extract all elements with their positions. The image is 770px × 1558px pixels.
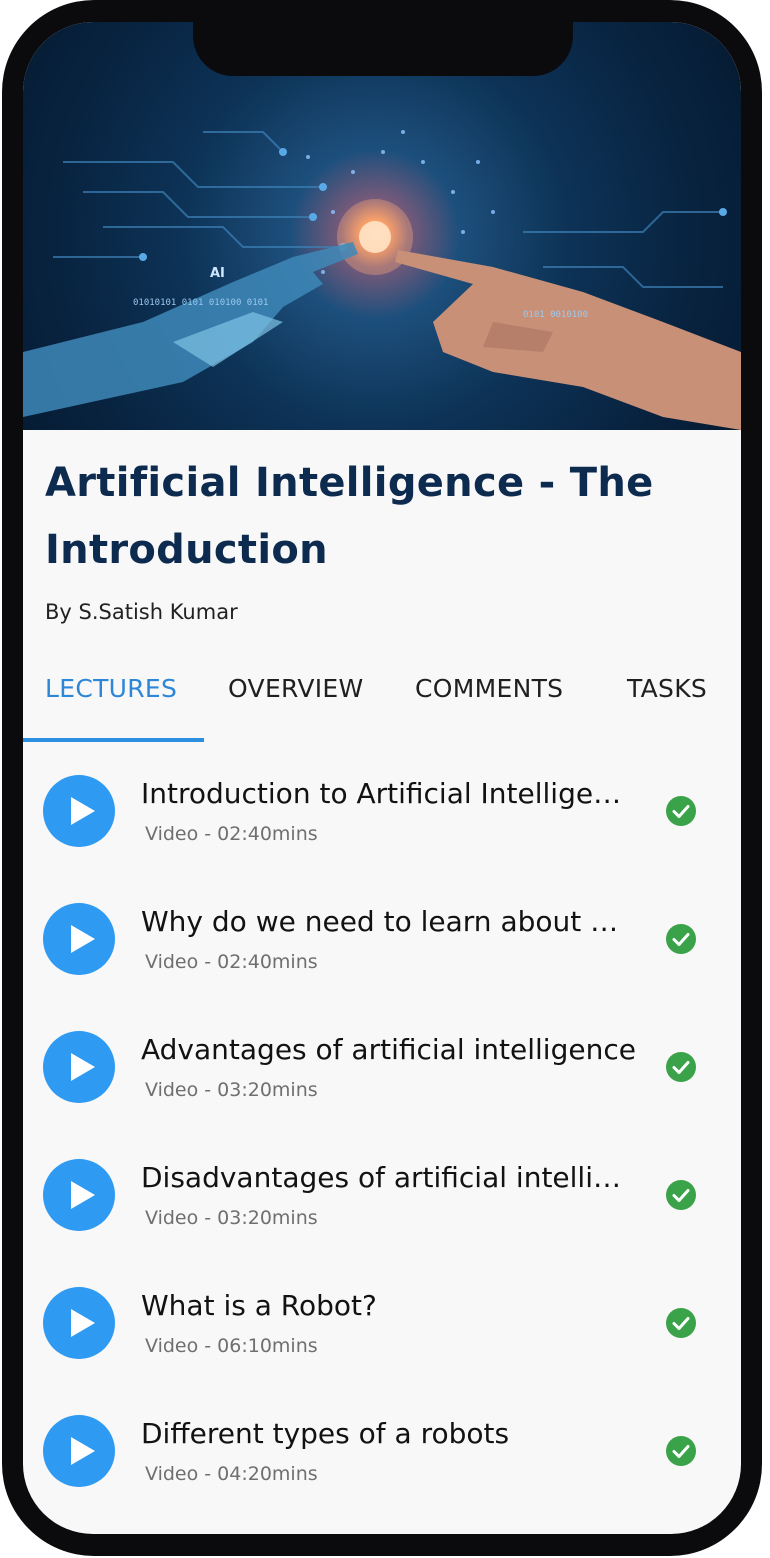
lecture-meta: Video - 02:40mins — [145, 823, 318, 845]
phone-notch — [193, 22, 573, 76]
lecture-item[interactable]: What is a Robot? Video - 06:10mins — [23, 1279, 741, 1407]
lecture-title: Advantages of artificial intelligence — [141, 1033, 636, 1066]
active-tab-indicator — [23, 738, 204, 742]
lecture-meta: Video - 06:10mins — [145, 1335, 318, 1357]
play-icon[interactable] — [43, 1287, 115, 1359]
course-title: Artificial Intelligence - The Introducti… — [45, 460, 654, 573]
play-icon[interactable] — [43, 1031, 115, 1103]
ai-hands-illustration: 01010101 0101 010100 0101 0101 0010100 — [23, 130, 741, 430]
lecture-meta: Video - 04:20mins — [145, 1463, 318, 1485]
lecture-meta: Video - 02:40mins — [145, 951, 318, 973]
play-icon[interactable] — [43, 903, 115, 975]
lecture-title: Disadvantages of artificial intelligence — [141, 1161, 636, 1194]
lecture-item[interactable]: Disadvantages of artificial intelligence… — [23, 1151, 741, 1279]
tab-tasks[interactable]: TASKS — [627, 674, 707, 703]
lecture-meta: Video - 03:20mins — [145, 1079, 318, 1101]
svg-text:0101 0010100: 0101 0010100 — [523, 310, 588, 320]
completed-check-icon — [666, 796, 696, 826]
lecture-meta: Video - 03:20mins — [145, 1207, 318, 1229]
completed-check-icon — [666, 1308, 696, 1338]
play-icon[interactable] — [43, 775, 115, 847]
tab-comments[interactable]: COMMENTS — [415, 674, 563, 703]
hero-ai-label: AI — [210, 266, 225, 281]
lecture-title: What is a Robot? — [141, 1289, 377, 1322]
completed-check-icon — [666, 924, 696, 954]
course-tabs: LECTURES OVERVIEW COMMENTS TASKS — [23, 652, 741, 742]
svg-text:01010101 0101 010100 0101: 01010101 0101 010100 0101 — [133, 298, 268, 308]
play-icon[interactable] — [43, 1415, 115, 1487]
lecture-title: Introduction to Artificial Intelligence — [141, 777, 636, 810]
course-hero-image: 01010101 0101 010100 0101 0101 0010100 A… — [23, 22, 741, 430]
completed-check-icon — [666, 1052, 696, 1082]
lecture-item[interactable]: Advantages of artificial intelligence Vi… — [23, 1023, 741, 1151]
completed-check-icon — [666, 1436, 696, 1466]
course-author: By S.Satish Kumar — [45, 600, 238, 624]
tab-overview[interactable]: OVERVIEW — [228, 674, 364, 703]
lecture-item[interactable]: Different types of a robots Video - 04:2… — [23, 1407, 741, 1534]
app-screen: 01010101 0101 010100 0101 0101 0010100 A… — [23, 22, 741, 1534]
play-icon[interactable] — [43, 1159, 115, 1231]
lecture-title: Why do we need to learn about Artificial… — [141, 905, 636, 938]
lecture-item[interactable]: Why do we need to learn about Artificial… — [23, 895, 741, 1023]
tab-lectures[interactable]: LECTURES — [45, 674, 177, 703]
lecture-list: Introduction to Artificial Intelligence … — [23, 767, 741, 1534]
completed-check-icon — [666, 1180, 696, 1210]
lecture-item[interactable]: Introduction to Artificial Intelligence … — [23, 767, 741, 895]
lecture-title: Different types of a robots — [141, 1417, 510, 1450]
